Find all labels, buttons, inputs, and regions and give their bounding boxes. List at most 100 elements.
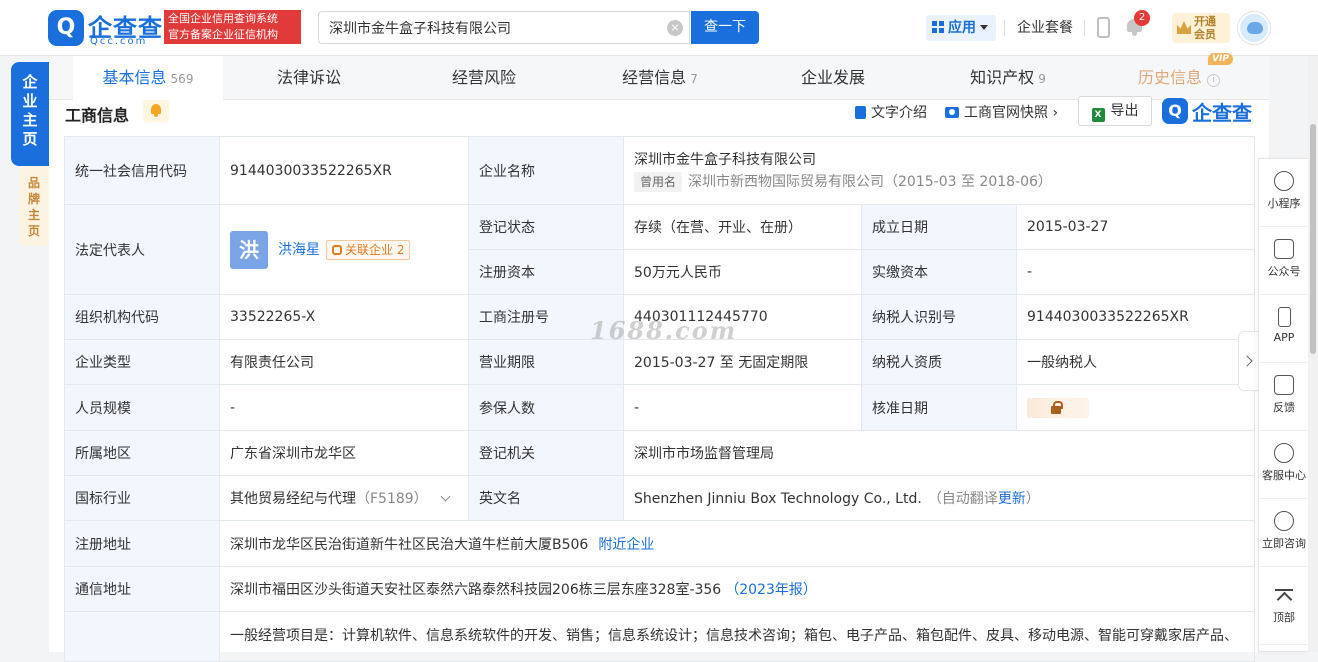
export-label: 导出 [1110,103,1139,119]
industry-label: 国标行业 [64,475,220,521]
authority-label: 登记机关 [468,430,624,476]
crown-icon [1177,21,1191,34]
sidebar-item-official-account[interactable]: 公众号 [1259,227,1309,295]
related-companies-tag[interactable]: 关联企业 2 [326,239,411,260]
mail-address-value: 深圳市福田区沙头街道天安社区泰然六路泰然科技园206栋三层东座328室-356 [230,582,722,598]
tab-operating-info[interactable]: 经营信息 7 [585,56,735,100]
mail-address-label: 通信地址 [64,566,220,612]
tab-development[interactable]: 企业发展 [763,56,903,100]
search-input[interactable] [329,12,659,43]
tab-label: 法律诉讼 [276,68,341,87]
tab-basic-info[interactable]: 基本信息 569 [73,56,223,100]
sidebar-item-back-to-top[interactable]: 顶部 [1259,577,1309,645]
region-value: 广东省深圳市龙华区 [219,430,469,476]
nearby-companies-link[interactable]: 附近企业 [598,537,654,553]
company-home-vertical-tab[interactable]: 企业主页 [11,62,49,166]
former-name-value: 深圳市新西物国际贸易有限公司 [688,173,885,190]
slogan-line-1: 全国企业信用查询系统 [168,12,278,25]
scrollbar-thumb[interactable] [1310,124,1316,354]
sidebar-item-mini-program[interactable]: 小程序 [1259,159,1309,227]
open-vip-button[interactable]: 开通 会员 [1172,13,1230,43]
sidebar-item-consult[interactable]: 立即咨询 [1259,499,1309,567]
legal-rep-link[interactable]: 洪海星 [278,242,320,258]
slogan-banner: 全国企业信用查询系统 官方备案企业征信机构 [164,10,301,44]
sidebar-item-service-center[interactable]: 客服中心 [1259,431,1309,499]
company-type-value: 有限责任公司 [219,339,469,385]
org-code-label: 组织机构代码 [64,294,220,340]
staff-label: 人员规模 [64,384,220,431]
official-snapshot-link[interactable]: 工商官网快照 › [945,102,1058,122]
table-row: 注册地址 深圳市龙华区民治街道新牛社区民治大道牛栏前大厦B506 附近企业 [64,520,1256,567]
tab-label: 基本信息 [102,68,167,87]
vip-line-2: 会员 [1194,28,1216,41]
industry-cell[interactable]: 其他贸易经纪与代理（F5189） [219,475,469,521]
table-row: 通信地址 深圳市福田区沙头街道天安社区泰然六路泰然科技园206栋三层东座328室… [64,566,1256,612]
update-link[interactable]: 更新 [998,491,1026,507]
app-menu-button[interactable]: 应用 [926,15,996,41]
vip-line-1: 开通 [1194,15,1216,28]
official-account-icon [1274,239,1294,259]
tab-history[interactable]: VIP 历史信息 i [1109,53,1249,100]
former-name-line: 曾用名 深圳市新西物国际贸易有限公司（2015-03 至 2018-06） [634,171,1244,193]
table-row: 企业类型 有限责任公司 营业期限 2015-03-27 至 无固定期限 纳税人资… [64,339,1256,385]
sidebar-item-app[interactable]: APP [1259,295,1309,363]
chevron-down-icon[interactable] [440,491,451,502]
credit-code-value[interactable]: 91440300335222​65XR [219,136,469,205]
enterprise-package-link[interactable]: 企业套餐 [1017,17,1073,37]
clear-search-icon[interactable]: × [667,20,683,36]
related-count: 2 [396,242,405,257]
user-avatar[interactable] [1238,12,1270,44]
phone-icon [1277,307,1291,327]
related-label: 关联企业 [345,242,394,257]
company-name-cell: 深圳市金牛盒子科技有限公司 曾用名 深圳市新西物国际贸易有限公司（2015-03 … [622,136,1256,205]
divider [1004,20,1005,36]
former-name-period: （2015-03 至 2018-06） [884,173,1052,190]
approve-date-label: 核准日期 [861,384,1017,431]
camera-icon [945,107,959,118]
english-name-cell: Shenzhen Jinniu Box Technology Co., Ltd.… [622,475,1256,521]
grid-icon [932,21,944,33]
brand-home-vertical-tab[interactable]: 品牌主页 [19,166,49,246]
qcc-logo[interactable]: Q 企查查 Qcc.com [48,10,162,47]
export-button[interactable]: X 导出 [1078,96,1152,126]
sidebar-item-label: 顶部 [1273,611,1295,624]
taxpayer-id-value: 91440300335222​65XR [1015,294,1256,340]
company-name-value[interactable]: 深圳市金牛盒子科技有限公司 [634,149,1244,171]
chat-icon [1274,511,1294,531]
table-row: 法定代表人 洪洪海星 关联企业 2 登记状态 存续（在营、开业、在册） 成立日期 … [64,204,1256,295]
monitor-bell-icon[interactable] [143,100,169,122]
mobile-phone-icon[interactable] [1097,17,1110,38]
table-row: 一般经营项目是：计算机软件、信息系统软件的开发、销售；信息系统设计；信息技术咨询… [64,611,1256,662]
sidebar-collapse-handle[interactable] [1238,331,1258,391]
insured-label: 参保人数 [468,384,624,431]
tab-label: 经营风险 [451,68,516,87]
headset-icon [1274,443,1294,463]
lock-icon[interactable] [1027,397,1089,418]
business-scope-value: 一般经营项目是：计算机软件、信息系统软件的开发、销售；信息系统设计；信息技术咨询… [218,611,1256,662]
company-detail-panel: 基本信息 569 法律诉讼 经营风险 经营信息 7 企业发展 知识产权 9 VIP 历… [49,53,1269,662]
page-scrollbar[interactable] [1308,56,1318,652]
tab-ip[interactable]: 知识产权 9 [933,56,1083,100]
right-float-sidebar: 小程序 公众号 APP 反馈 客服中心 立即咨询 顶部 [1258,158,1309,652]
section-title: 工商信息 [65,106,130,125]
search-button[interactable]: 查一下 [691,11,759,44]
founded-value: 2015-03-27 [1015,204,1256,250]
sidebar-item-feedback[interactable]: 反馈 [1259,363,1309,431]
back-to-top-icon [1275,589,1293,605]
text-intro-link[interactable]: 文字介绍 [855,102,927,122]
table-row: 所属地区 广东省深圳市龙华区 登记机关 深圳市市场监督管理局 [64,430,1256,476]
brand-mark-text: 企查查 [1192,101,1252,125]
feedback-icon [1274,375,1294,395]
sidebar-item-label: 小程序 [1267,197,1301,210]
tab-legal[interactable]: 法律诉讼 [239,56,379,100]
annual-report-link[interactable]: （2023年报） [725,582,817,598]
authority-value: 深圳市市场监督管理局 [622,430,1256,476]
founded-label: 成立日期 [861,204,1017,250]
tab-operating-risk[interactable]: 经营风险 [414,56,554,100]
info-icon: i [1207,74,1220,87]
tab-count: 7 [690,72,698,86]
caret-down-icon [980,25,988,30]
taxpayer-id-label: 纳税人识别号 [861,294,1017,340]
brand-home-label: 品牌主页 [27,176,40,238]
section-tabbar: 基本信息 569 法律诉讼 经营风险 经营信息 7 企业发展 知识产权 9 VIP 历… [49,53,1269,100]
